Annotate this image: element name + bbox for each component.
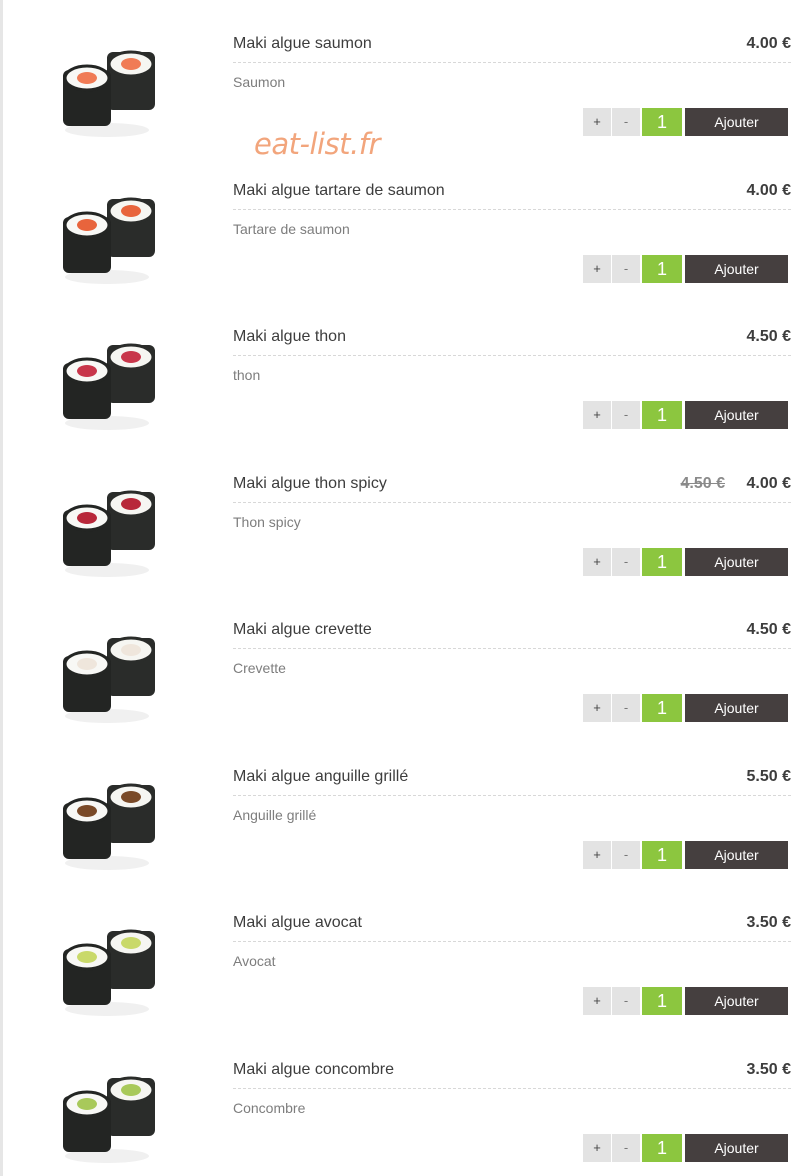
item-price: 4.00 € [746,35,791,52]
quantity-field[interactable]: 1 [642,547,682,576]
divider [233,208,791,210]
add-to-cart-button[interactable]: Ajouter [685,547,788,576]
item-price: 4.50 € [746,621,791,638]
divider [233,648,791,649]
quantity-field[interactable]: 1 [642,840,682,869]
maki-avocado-image[interactable] [55,909,165,1019]
watermark: eat-list.fr [254,127,380,161]
menu-item-6: Maki algue anguille grillé 5.50 € Anguil… [0,733,810,880]
item-description: Avocat [233,953,276,969]
divider [233,941,791,942]
item-name: Maki algue avocat [233,914,362,931]
menu-item-2: Maki algue tartare de saumon 4.00 € Tart… [0,147,810,294]
increment-button[interactable]: + [583,401,611,429]
menu-item-1: Maki algue saumon 4.00 € Saumon + - 1 Aj… [0,0,810,147]
decrement-button[interactable]: - [612,694,640,722]
maki-illustration [63,197,155,284]
quantity-control: + - 1 Ajouter [583,401,788,429]
increment-button[interactable]: + [583,108,611,136]
item-description: Thon spicy [233,513,301,530]
maki-shrimp-image[interactable] [55,616,165,726]
maki-illustration [63,50,155,137]
item-name: Maki algue tartare de saumon [233,181,445,199]
menu-item-4: Maki algue thon spicy 4.50 € 4.00 € Thon… [0,440,810,587]
old-price: 4.50 € [680,474,725,492]
increment-button[interactable]: + [583,254,611,283]
increment-button[interactable]: + [583,694,611,722]
divider [233,355,791,356]
maki-illustration [63,1076,155,1163]
maki-illustration [63,636,155,723]
maki-tuna-image[interactable] [55,323,165,433]
item-name: Maki algue saumon [233,35,372,52]
maki-illustration [63,343,155,430]
maki-illustration [63,783,155,870]
decrement-button[interactable]: - [612,108,640,136]
item-description: Concombre [233,1099,306,1116]
maki-salmon-image[interactable] [55,30,165,140]
maki-eel-image[interactable] [55,763,165,873]
maki-cucumber-image[interactable] [55,1056,165,1166]
quantity-field[interactable]: 1 [642,401,682,429]
quantity-field[interactable]: 1 [642,694,682,722]
item-description: thon [233,367,261,383]
quantity-field[interactable]: 1 [642,254,682,283]
quantity-control: + - 1 Ajouter [583,694,788,722]
item-name: Maki algue thon spicy [233,474,387,492]
add-to-cart-button[interactable]: Ajouter [685,108,788,136]
item-name: Maki algue thon [233,328,346,345]
add-to-cart-button[interactable]: Ajouter [685,254,788,283]
quantity-control: + - 1 Ajouter [583,840,788,869]
item-price: 4.00 € [746,474,791,492]
divider [233,62,791,63]
increment-button[interactable]: + [583,840,611,869]
increment-button[interactable]: + [583,1133,611,1162]
menu-item-5: Maki algue crevette 4.50 € Crevette + - … [0,586,810,733]
item-description: Crevette [233,660,286,676]
maki-illustration [63,490,155,577]
divider [233,501,791,503]
item-price: 4.00 € [746,181,791,199]
increment-button[interactable]: + [583,987,611,1015]
item-price: 3.50 € [746,1060,791,1078]
item-description: Anguille grillé [233,806,317,823]
item-name: Maki algue crevette [233,621,372,638]
decrement-button[interactable]: - [612,987,640,1015]
add-to-cart-button[interactable]: Ajouter [685,987,788,1015]
item-price: 3.50 € [746,914,791,931]
quantity-control: + - 1 Ajouter [583,254,788,283]
item-description: Saumon [233,74,286,90]
decrement-button[interactable]: - [612,547,640,576]
quantity-field[interactable]: 1 [642,1133,682,1162]
item-name: Maki algue concombre [233,1060,394,1078]
decrement-button[interactable]: - [612,840,640,869]
divider [233,794,791,796]
decrement-button[interactable]: - [612,254,640,283]
quantity-control: + - 1 Ajouter [583,108,788,136]
add-to-cart-button[interactable]: Ajouter [685,694,788,722]
menu-item-3: Maki algue thon 4.50 € thon + - 1 Ajoute… [0,293,810,440]
menu-item-7: Maki algue avocat 3.50 € Avocat + - 1 Aj… [0,879,810,1026]
menu-item-8: Maki algue concombre 3.50 € Concombre + … [0,1026,810,1173]
menu-list: Maki algue saumon 4.00 € Saumon + - 1 Aj… [0,0,810,1172]
divider [233,1087,791,1089]
quantity-control: + - 1 Ajouter [583,1133,788,1162]
maki-illustration [63,929,155,1016]
item-description: Tartare de saumon [233,220,350,237]
item-price: 4.50 € [746,328,791,345]
quantity-control: + - 1 Ajouter [583,547,788,576]
maki-spicy-tuna-image[interactable] [55,470,165,580]
item-name: Maki algue anguille grillé [233,767,409,785]
add-to-cart-button[interactable]: Ajouter [685,840,788,869]
add-to-cart-button[interactable]: Ajouter [685,401,788,429]
add-to-cart-button[interactable]: Ajouter [685,1133,788,1162]
increment-button[interactable]: + [583,547,611,576]
quantity-field[interactable]: 1 [642,108,682,136]
maki-salmon-tartare-image[interactable] [55,177,165,287]
quantity-control: + - 1 Ajouter [583,987,788,1015]
item-price: 5.50 € [746,767,791,785]
quantity-field[interactable]: 1 [642,987,682,1015]
decrement-button[interactable]: - [612,401,640,429]
decrement-button[interactable]: - [612,1133,640,1162]
